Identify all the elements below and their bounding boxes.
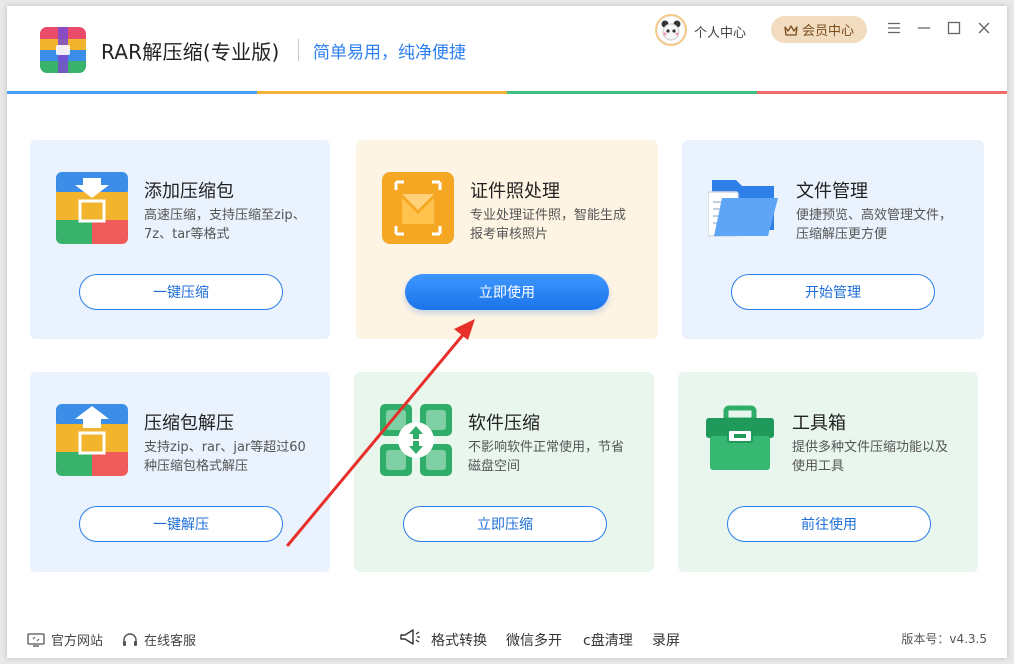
- card-description: 提供多种文件压缩功能以及使用工具: [792, 440, 949, 474]
- card-description: 便捷预览、高效管理文件，压缩解压更方便: [796, 208, 953, 242]
- software-compress-icon: [380, 404, 452, 476]
- folder-icon: [707, 172, 780, 244]
- card-extract-archive: 压缩包解压 支持zip、rar、jar等超过60种压缩包格式解压 一键解压: [30, 372, 330, 572]
- app-window: RAR解压缩(专业版) 简单易用，纯净便捷 个人中心 会员中心 添加压缩包 高速…: [7, 6, 1007, 658]
- id-photo-use-button[interactable]: 立即使用: [405, 274, 609, 310]
- online-service-label: 在线客服: [144, 634, 197, 649]
- card-toolbox: 工具箱 提供多种文件压缩功能以及使用工具 前往使用: [678, 372, 978, 572]
- app-logo-icon: [40, 27, 86, 73]
- extract-icon: [56, 404, 128, 476]
- card-software-compress: 软件压缩 不影响软件正常使用，节省磁盘空间 立即压缩: [354, 372, 654, 572]
- c-drive-clean-link[interactable]: c盘清理: [583, 630, 633, 650]
- card-title: 证件照处理: [470, 181, 560, 202]
- card-title: 工具箱: [792, 413, 846, 434]
- extract-button[interactable]: 一键解压: [79, 506, 283, 542]
- screen-record-link[interactable]: 录屏: [652, 630, 680, 650]
- app-title: RAR解压缩(专业版): [101, 40, 280, 64]
- title-bar: RAR解压缩(专业版) 简单易用，纯净便捷 个人中心 会员中心: [7, 6, 1007, 92]
- title-divider: [298, 39, 299, 61]
- online-service-link[interactable]: 在线客服: [122, 630, 196, 649]
- card-file-manager: 文件管理 便捷预览、高效管理文件，压缩解压更方便 开始管理: [682, 140, 984, 339]
- user-avatar[interactable]: [655, 14, 687, 46]
- card-title: 文件管理: [796, 181, 868, 202]
- card-description: 支持zip、rar、jar等超过60种压缩包格式解压: [144, 440, 306, 474]
- card-title: 添加压缩包: [144, 181, 234, 202]
- card-title: 压缩包解压: [144, 413, 234, 434]
- official-site-link[interactable]: 官方网站: [27, 630, 103, 649]
- menu-icon[interactable]: [884, 18, 904, 38]
- monitor-icon: [27, 632, 45, 647]
- app-slogan: 简单易用，纯净便捷: [313, 43, 466, 63]
- official-site-label: 官方网站: [51, 634, 104, 649]
- card-title: 软件压缩: [468, 413, 540, 434]
- toolbox-icon: [704, 404, 776, 476]
- vip-center-button[interactable]: 会员中心: [771, 16, 867, 43]
- compress-button[interactable]: 一键压缩: [79, 274, 283, 310]
- id-photo-icon: [382, 172, 454, 244]
- card-id-photo: 证件照处理 专业处理证件照，智能生成报考审核照片 立即使用: [356, 140, 658, 339]
- minimize-icon[interactable]: [914, 18, 934, 38]
- wechat-multi-link[interactable]: 微信多开: [506, 630, 562, 650]
- card-description: 专业处理证件照，智能生成报考审核照片: [470, 208, 627, 242]
- version-label: 版本号：v4.3.5: [901, 632, 987, 646]
- vip-center-label: 会员中心: [801, 24, 854, 39]
- footer-bar: 官方网站 在线客服 格式转换 微信多开 c盘清理 录屏 版本号：v4.3.5: [7, 618, 1007, 658]
- software-compress-button[interactable]: 立即压缩: [403, 506, 607, 542]
- close-icon[interactable]: [974, 18, 994, 38]
- user-center-link[interactable]: 个人中心: [694, 22, 746, 41]
- maximize-icon[interactable]: [944, 18, 964, 38]
- file-manage-button[interactable]: 开始管理: [731, 274, 935, 310]
- card-description: 不影响软件正常使用，节省磁盘空间: [468, 440, 625, 474]
- headset-icon: [123, 632, 137, 646]
- card-add-archive: 添加压缩包 高速压缩，支持压缩至zip、7z、tar等格式 一键压缩: [30, 140, 330, 339]
- header-color-bar: [7, 91, 1007, 94]
- megaphone-icon: [399, 628, 421, 646]
- toolbox-button[interactable]: 前往使用: [727, 506, 931, 542]
- card-description: 高速压缩，支持压缩至zip、7z、tar等格式: [144, 208, 306, 242]
- crown-icon: [784, 24, 798, 36]
- format-convert-link[interactable]: 格式转换: [431, 630, 487, 650]
- compress-icon: [56, 172, 128, 244]
